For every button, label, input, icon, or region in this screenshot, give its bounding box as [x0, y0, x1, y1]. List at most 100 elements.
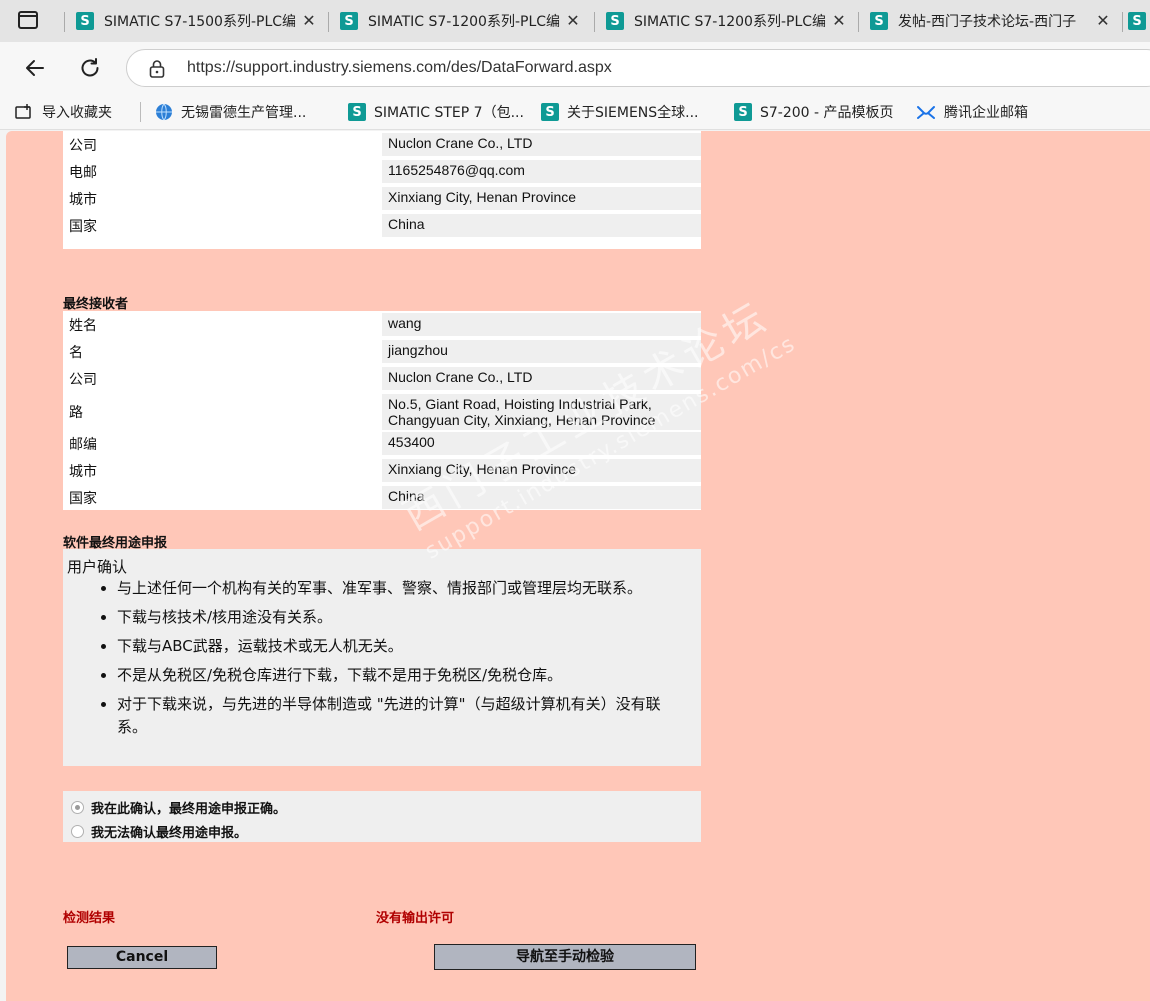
tab-actions-icon[interactable] [18, 11, 40, 31]
confirm-label[interactable]: 我在此确认，最终用途申报正确。 [91, 798, 286, 817]
applicant-table: 公司 Nuclon Crane Co., LTD 电邮 1165254876@q… [63, 131, 701, 249]
field-label: 公司 [69, 372, 97, 388]
tab-strip: S SIMATIC S7-1500系列-PLC编 ✕ S SIMATIC S7-… [0, 0, 1150, 42]
tab-1[interactable]: S SIMATIC S7-1500系列-PLC编 ✕ [66, 5, 328, 37]
tab-title: SIMATIC S7-1500系列-PLC编 [104, 14, 297, 30]
confirm-radio[interactable] [71, 801, 84, 814]
bookmark-label: 无锡雷德生产管理... [181, 105, 307, 121]
bookmark-item[interactable]: S SIMATIC STEP 7（包... [348, 102, 524, 122]
bookmark-item[interactable]: S 关于SIEMENS全球... [541, 102, 699, 122]
tab-separator [858, 12, 859, 32]
cannot-confirm-option[interactable]: 我无法确认最终用途申报。 [71, 822, 247, 841]
tab-close-icon[interactable]: ✕ [300, 11, 318, 30]
field-label: 路 [69, 405, 83, 421]
table-row: 邮编 453400 [63, 430, 701, 457]
manual-check-button[interactable]: 导航至手动检验 [434, 944, 696, 970]
tab-title: SIMATIC S7-1200系列-PLC编 [634, 14, 827, 30]
tab-4[interactable]: S 发帖-西门子技术论坛-西门子 ✕ [860, 5, 1122, 37]
table-row: 城市 Xinxiang City, Henan Province [63, 185, 701, 212]
confirm-option[interactable]: 我在此确认，最终用途申报正确。 [71, 798, 286, 817]
bookmark-label: 导入收藏夹 [42, 105, 112, 121]
list-item-text: 不是从免税区/免税仓库进行下载，下载不是用于免税区/免税仓库。 [117, 666, 563, 684]
field-value: wang [382, 313, 701, 336]
list-item: 与上述任何一个机构有关的军事、准军事、警察、情报部门或管理层均无联系。 [93, 577, 673, 600]
bullet-icon [101, 586, 106, 591]
table-row: 名 jiangzhou [63, 338, 701, 365]
field-value: China [382, 486, 701, 509]
list-item-text: 下载与ABC武器，运载技术或无人机无关。 [117, 637, 403, 655]
field-value: Xinxiang City, Henan Province [382, 459, 701, 482]
refresh-icon[interactable] [76, 54, 104, 82]
bullet-icon [101, 644, 106, 649]
list-item: 下载与ABC武器，运载技术或无人机无关。 [93, 635, 673, 658]
field-label: 电邮 [69, 165, 97, 181]
field-value: 1165254876@qq.com [382, 160, 701, 183]
cannot-confirm-radio[interactable] [71, 825, 84, 838]
field-value: jiangzhou [382, 340, 701, 363]
bookmark-item[interactable]: 腾讯企业邮箱 [916, 102, 1028, 122]
table-row: 国家 China [63, 212, 701, 239]
page-content: 公司 Nuclon Crane Co., LTD 电邮 1165254876@q… [6, 131, 1150, 1001]
field-value: Nuclon Crane Co., LTD [382, 133, 701, 156]
siemens-icon: S [734, 103, 752, 121]
import-icon [14, 103, 34, 121]
field-value: Xinxiang City, Henan Province [382, 187, 701, 210]
field-label: 城市 [69, 464, 97, 480]
bookmarks-bar: 导入收藏夹 无锡雷德生产管理... S SIMATIC STEP 7（包... … [0, 94, 1150, 130]
bookmark-separator [140, 102, 141, 122]
bookmark-label: SIMATIC STEP 7（包... [374, 105, 524, 121]
list-item: 对于下载来说，与先进的半导体制造或 "先进的计算"（与超级计算机有关）没有联系。 [93, 693, 673, 739]
bookmark-item[interactable]: 无锡雷德生产管理... [155, 102, 306, 122]
siemens-favicon-icon: S [76, 12, 94, 30]
tab-close-icon[interactable]: ✕ [830, 11, 848, 30]
tab-separator [594, 12, 595, 32]
siemens-favicon-icon: S [340, 12, 358, 30]
tab-title: 发帖-西门子技术论坛-西门子 [898, 14, 1077, 30]
address-bar[interactable]: https://support.industry.siemens.com/des… [126, 49, 1150, 87]
siemens-favicon-icon: S [1128, 12, 1146, 30]
siemens-icon: S [541, 103, 559, 121]
bookmark-label: S7-200 - 产品模板页 [760, 105, 894, 121]
bookmark-item[interactable]: S S7-200 - 产品模板页 [734, 102, 894, 122]
bullet-icon [101, 615, 106, 620]
tab-2[interactable]: S SIMATIC S7-1200系列-PLC编 ✕ [330, 5, 592, 37]
declaration-list: 与上述任何一个机构有关的军事、准军事、警察、情报部门或管理层均无联系。 下载与核… [93, 577, 673, 745]
tab-close-icon[interactable]: ✕ [1094, 11, 1112, 30]
check-result-value: 没有输出许可 [376, 911, 455, 926]
globe-icon [155, 103, 173, 121]
cannot-confirm-label[interactable]: 我无法确认最终用途申报。 [91, 822, 247, 841]
table-row: 路 No.5, Giant Road, Hoisting Industrial … [63, 392, 701, 430]
table-row: 国家 China [63, 484, 701, 511]
bookmark-label: 腾讯企业邮箱 [944, 105, 1028, 121]
back-icon[interactable] [21, 54, 49, 82]
tab-separator [1122, 12, 1123, 32]
field-value: No.5, Giant Road, Hoisting Industrial Pa… [382, 394, 701, 430]
field-label: 邮编 [69, 437, 97, 453]
list-item-text: 下载与核技术/核用途没有关系。 [117, 608, 333, 626]
field-value: 453400 [382, 432, 701, 455]
tab-3[interactable]: S SIMATIC S7-1200系列-PLC编 ✕ [596, 5, 858, 37]
bullet-icon [101, 702, 106, 707]
bookmark-import[interactable]: 导入收藏夹 [14, 102, 112, 122]
lock-icon[interactable] [149, 59, 165, 83]
tab-close-icon[interactable]: ✕ [564, 11, 582, 30]
siemens-favicon-icon: S [606, 12, 624, 30]
url-text: https://support.industry.siemens.com/des… [187, 59, 612, 76]
field-label: 国家 [69, 491, 97, 507]
field-label: 公司 [69, 138, 97, 154]
user-confirmation-heading: 用户确认 [67, 558, 128, 576]
bullet-icon [101, 673, 106, 678]
siemens-favicon-icon: S [870, 12, 888, 30]
final-recipient-title: 最终接收者 [63, 297, 129, 312]
bookmark-label: 关于SIEMENS全球... [567, 105, 699, 121]
field-label: 国家 [69, 219, 97, 235]
check-result-label: 检测结果 [63, 911, 116, 926]
siemens-icon: S [348, 103, 366, 121]
final-recipient-table: 姓名 wang 名 jiangzhou 公司 Nuclon Crane Co.,… [63, 311, 701, 510]
tab-title: SIMATIC S7-1200系列-PLC编 [368, 14, 561, 30]
table-row: 公司 Nuclon Crane Co., LTD [63, 131, 701, 158]
table-row: 公司 Nuclon Crane Co., LTD [63, 365, 701, 392]
tab-5[interactable]: S [1124, 5, 1150, 37]
cancel-button[interactable]: Cancel [67, 946, 217, 969]
list-item: 不是从免税区/免税仓库进行下载，下载不是用于免税区/免税仓库。 [93, 664, 673, 687]
